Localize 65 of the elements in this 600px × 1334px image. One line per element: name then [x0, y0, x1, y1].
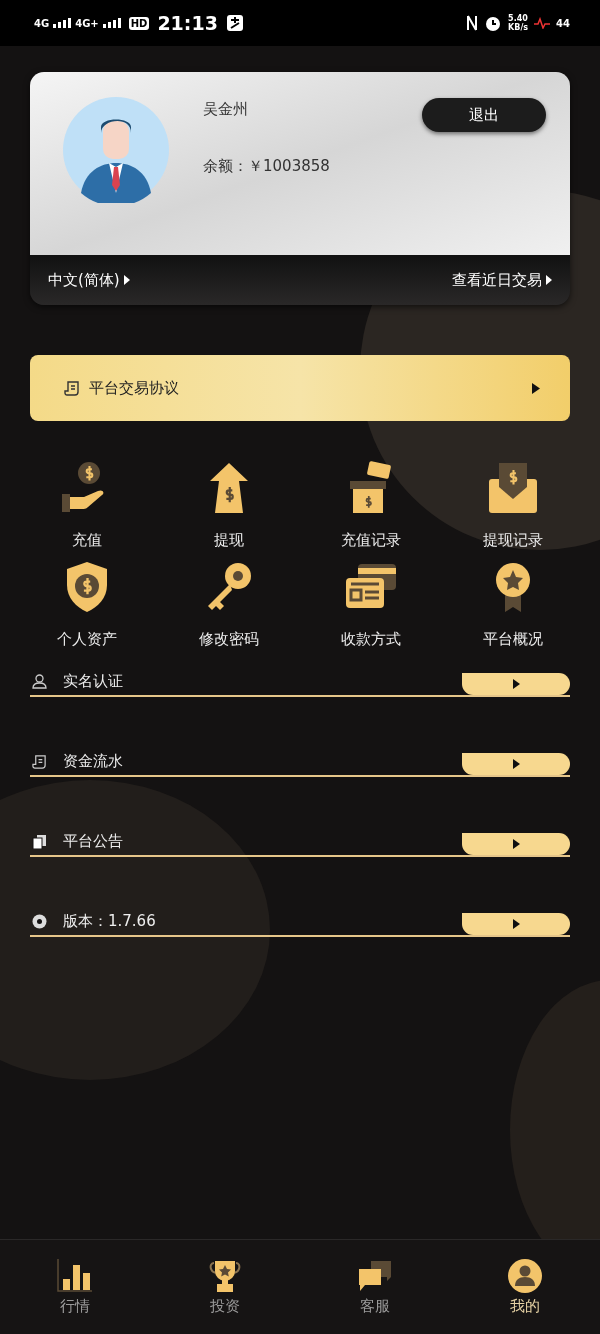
shortcut-item[interactable]: 提现记录 — [442, 461, 584, 550]
bar-chart-icon — [57, 1258, 93, 1293]
shortcut-item[interactable]: 收款方式 — [300, 560, 442, 649]
menu-row[interactable]: 实名认证 — [30, 667, 570, 747]
shortcut-label: 个人资产 — [57, 630, 117, 649]
nav-tab[interactable]: 客服 — [325, 1258, 425, 1316]
nav-tab[interactable]: 我的 — [475, 1258, 575, 1316]
shortcut-item[interactable]: 充值记录 — [300, 461, 442, 550]
caret-icon — [512, 759, 520, 769]
trophy-icon — [208, 1258, 242, 1293]
envelope-icon — [486, 461, 540, 515]
logout-button[interactable]: 退出 — [422, 98, 546, 132]
shortcut-item[interactable]: 平台概况 — [442, 560, 584, 649]
shortcut-item[interactable]: 提现 — [158, 461, 300, 550]
caret-icon — [512, 679, 520, 689]
hd-badge: HD — [128, 16, 150, 30]
menu-row[interactable]: 平台公告 — [30, 827, 570, 907]
speed-unit: KB/s — [508, 23, 529, 32]
app-notification-icon — [225, 14, 244, 32]
disc-icon — [32, 913, 47, 929]
menu-label: 资金流水 — [63, 751, 123, 771]
user-icon — [508, 1258, 542, 1293]
balance-text: 余额：￥1003858 — [203, 157, 331, 176]
menu-row[interactable]: 资金流水 — [30, 747, 570, 827]
menu-row[interactable]: 版本：1.7.66 — [30, 907, 570, 987]
status-time: 21:13 — [157, 12, 218, 34]
shortcut-label: 提现 — [214, 531, 244, 550]
menu-label: 实名认证 — [63, 671, 123, 691]
heartbeat-icon — [534, 17, 551, 29]
shortcut-label: 充值记录 — [341, 531, 401, 550]
shortcut-label: 充值 — [72, 531, 102, 550]
menu-label: 平台公告 — [63, 831, 123, 851]
speed-value: 5.40 — [508, 14, 529, 23]
shortcut-label: 修改密码 — [199, 630, 259, 649]
document-icon — [64, 380, 80, 396]
nav-tab[interactable]: 行情 — [25, 1258, 125, 1316]
language-link[interactable]: 中文(简体) — [48, 270, 130, 290]
person-icon — [32, 673, 47, 689]
user-name: 吴金州 — [203, 100, 249, 119]
shortcut-label: 提现记录 — [483, 531, 543, 550]
caret-icon — [123, 275, 130, 285]
shortcut-item[interactable]: 修改密码 — [158, 560, 300, 649]
document-icon — [32, 753, 47, 769]
caret-icon — [512, 919, 520, 929]
network-label: 4G — [34, 17, 50, 29]
agreement-bar[interactable]: 平台交易协议 — [30, 355, 570, 421]
network-label: 4G+ — [75, 17, 99, 29]
shortcut-label: 收款方式 — [341, 630, 401, 649]
shortcut-label: 平台概况 — [483, 630, 543, 649]
caret-icon — [546, 275, 552, 285]
battery-level: 44 — [556, 17, 570, 29]
nav-tab[interactable]: 投资 — [175, 1258, 275, 1316]
nfc-icon — [466, 14, 479, 32]
recent-trades-link[interactable]: 查看近日交易 — [452, 270, 552, 290]
menu-label: 版本：1.7.66 — [63, 911, 156, 931]
signal-icon — [53, 18, 72, 28]
shortcut-item[interactable]: 充值 — [16, 461, 158, 550]
signal-icon — [102, 18, 121, 28]
caret-icon — [532, 382, 540, 394]
files-icon — [32, 833, 47, 849]
chat-icon — [357, 1258, 393, 1293]
caret-icon — [512, 839, 520, 849]
agreement-label: 平台交易协议 — [89, 378, 179, 398]
alarm-icon — [484, 14, 503, 32]
shortcut-item[interactable]: 个人资产 — [16, 560, 158, 649]
